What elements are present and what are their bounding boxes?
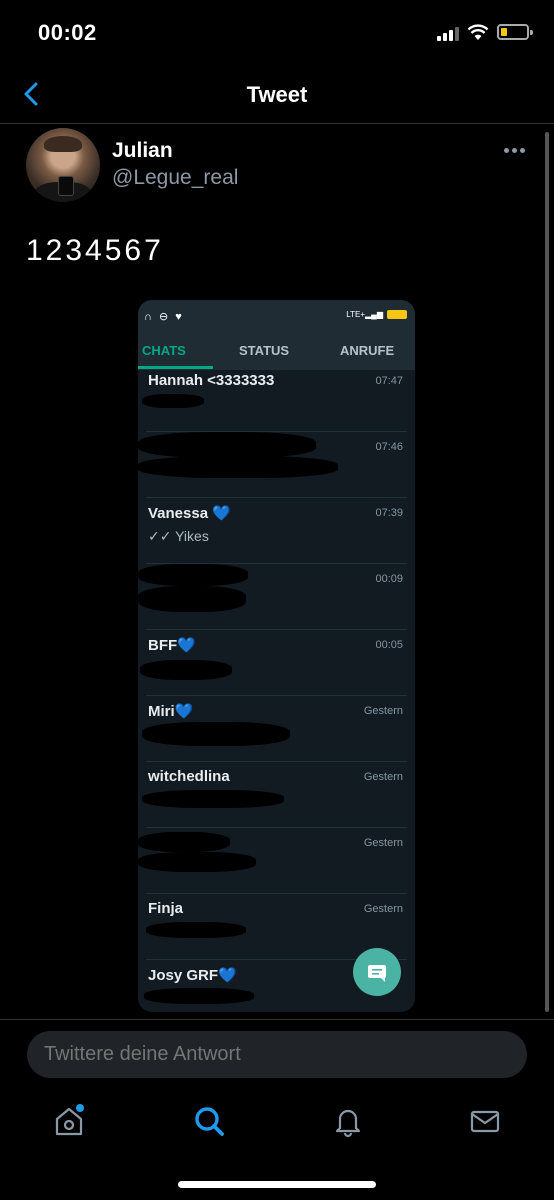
status-bar: 00:02 <box>0 0 554 66</box>
user-handle[interactable]: @Legue_real <box>112 166 238 190</box>
user-name[interactable]: Julian <box>112 139 173 163</box>
new-chat-button <box>353 948 401 996</box>
chat-name: Hannah <3333333 <box>148 372 275 389</box>
chat-name: Finja <box>148 900 184 917</box>
chat-preview: ✓✓ Yikes <box>148 528 209 544</box>
redaction-scribble <box>138 832 230 852</box>
chat-time: Gestern <box>363 771 403 783</box>
avatar[interactable] <box>26 128 100 202</box>
embedded-network-label: LTE+ <box>346 310 366 319</box>
redaction-scribble <box>144 988 254 1004</box>
embedded-status-icons: ∩ ⊖ ♥ <box>144 311 184 323</box>
notifications-icon[interactable] <box>331 1104 365 1138</box>
messages-icon[interactable] <box>468 1104 502 1138</box>
embedded-status-bar: ∩ ⊖ ♥ LTE+▂▄▆ <box>138 300 415 330</box>
chat-time: Gestern <box>363 903 403 915</box>
battery-icon <box>497 24 533 40</box>
chat-row: Vanessa 💙 07:39 ✓✓ Yikes <box>138 498 415 564</box>
more-options-icon[interactable] <box>504 148 526 154</box>
chat-time: 00:05 <box>375 639 403 651</box>
notification-dot <box>76 1104 84 1112</box>
redaction-scribble <box>140 660 232 680</box>
redaction-scribble <box>138 456 338 478</box>
top-header: Tweet <box>0 66 554 124</box>
chat-row: 07:46 <box>138 432 415 498</box>
embedded-tab-status: STATUS <box>239 343 290 358</box>
chat-time: 07:47 <box>375 375 403 387</box>
status-time: 00:02 <box>38 20 97 45</box>
embedded-tab-calls: ANRUFE <box>340 343 395 358</box>
chat-bubble-icon <box>368 965 386 982</box>
home-indicator <box>178 1181 376 1188</box>
tweet-text: 1234567 <box>26 234 164 267</box>
redaction-scribble <box>142 790 284 808</box>
embedded-battery-icon <box>387 310 407 320</box>
scrollbar[interactable] <box>545 132 549 1012</box>
chat-row: Gestern <box>138 828 415 894</box>
chat-row: witchedlina Gestern <box>138 762 415 828</box>
wifi-icon <box>467 24 489 40</box>
bottom-tab-bar <box>0 1090 554 1160</box>
chat-time: 00:09 <box>375 573 403 585</box>
redaction-scribble <box>138 852 256 872</box>
redaction-scribble <box>138 564 248 586</box>
embedded-tab-chats: CHATS <box>142 343 186 358</box>
chat-row: Hannah <3333333 07:47 <box>138 366 415 432</box>
chat-name: Josy GRF💙 <box>148 967 237 984</box>
chat-row: Miri💙 Gestern <box>138 696 415 762</box>
chat-row: 00:09 <box>138 564 415 630</box>
chat-name: witchedlina <box>148 768 230 785</box>
redaction-scribble <box>142 394 204 408</box>
chat-time: Gestern <box>363 705 403 717</box>
chat-name: Vanessa 💙 <box>148 505 231 522</box>
chat-time: 07:39 <box>375 507 403 519</box>
embedded-tab-bar: CHATS STATUS ANRUFE <box>138 330 415 370</box>
redaction-scribble <box>138 432 316 458</box>
page-title: Tweet <box>246 82 308 107</box>
chat-name: Miri💙 <box>148 703 194 720</box>
redaction-scribble <box>142 722 290 746</box>
chat-time: 07:46 <box>375 441 403 453</box>
reply-input[interactable] <box>27 1031 527 1078</box>
chat-row: BFF💙 00:05 <box>138 630 415 696</box>
redaction-scribble <box>138 586 246 612</box>
chat-name: BFF💙 <box>148 637 196 654</box>
home-icon[interactable] <box>52 1104 86 1138</box>
tweet-media-image[interactable]: ∩ ⊖ ♥ LTE+▂▄▆ CHATS STATUS ANRUFE Hannah… <box>138 300 415 1012</box>
reply-divider <box>0 1019 554 1020</box>
search-icon[interactable] <box>192 1104 226 1138</box>
redaction-scribble <box>146 922 246 938</box>
cellular-signal-icon <box>437 27 459 41</box>
chat-time: Gestern <box>363 837 403 849</box>
